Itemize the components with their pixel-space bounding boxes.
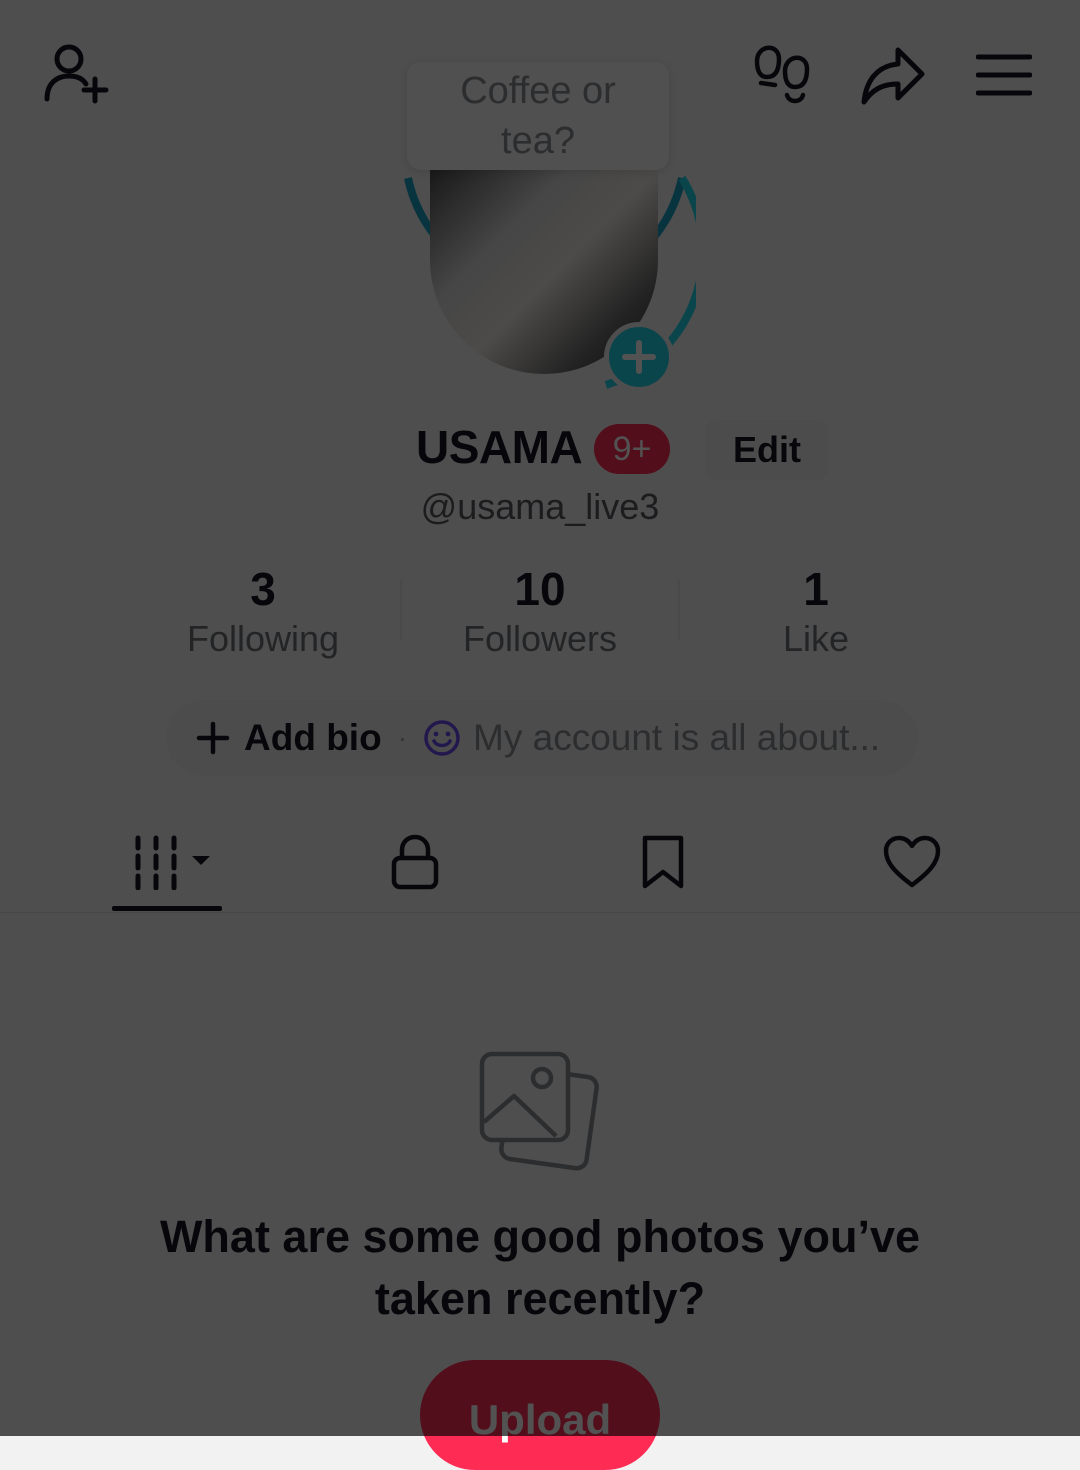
profile-views-button[interactable] [752,42,814,108]
add-bio-button[interactable]: Add bio · My account is all about... [166,700,918,776]
notification-badge[interactable]: 9+ [594,424,670,474]
tab-private[interactable] [355,822,475,902]
profile-name-row: USAMA 9+ Edit [0,420,1080,480]
prompt-tooltip-text: Coffee or tea? [460,70,616,162]
stat-label: Followers [462,618,618,659]
tab-saved[interactable] [603,822,723,902]
menu-icon [976,54,1032,96]
add-story-button[interactable] [604,322,674,392]
empty-state-title: What are some good photos you’ve taken r… [159,1211,921,1324]
stat-label: Following [186,618,340,659]
smiley-icon [424,720,460,756]
plus-icon [196,721,230,755]
photos-icon [479,1051,599,1171]
stat-following[interactable]: 3 Following [123,562,403,662]
edit-profile-button[interactable]: Edit [706,420,828,480]
stat-likes[interactable]: 1 Like [676,562,956,662]
grid-icon [135,835,210,890]
add-friend-icon [44,44,109,104]
heart-icon [883,835,941,888]
profile-handle: @usama_live3 [420,486,660,527]
tabs-divider [0,912,1080,913]
stat-value: 1 [803,563,829,615]
lock-icon [391,834,439,890]
add-friend-button[interactable] [40,40,112,106]
plus-icon [622,340,656,374]
bio-separator: · [397,722,408,753]
active-tab-indicator [112,906,222,911]
profile-name: USAMA [416,421,583,473]
menu-button[interactable] [972,48,1036,102]
upload-button[interactable]: Upload [420,1360,660,1470]
tab-liked[interactable] [852,822,972,902]
stat-value: 10 [514,563,566,615]
bio-placeholder: My account is all about... [473,717,881,758]
add-bio-label: Add bio [244,717,382,758]
footprints-icon [754,45,810,104]
bookmark-icon [642,835,684,889]
share-icon [861,47,925,105]
stat-followers[interactable]: 10 Followers [400,562,680,662]
share-button[interactable] [858,42,928,108]
tab-videos[interactable] [112,822,232,902]
upload-label: Upload [468,1396,612,1443]
stat-label: Like [782,618,850,659]
stat-value: 3 [250,563,276,615]
prompt-tooltip[interactable]: Coffee or tea? [407,62,669,170]
